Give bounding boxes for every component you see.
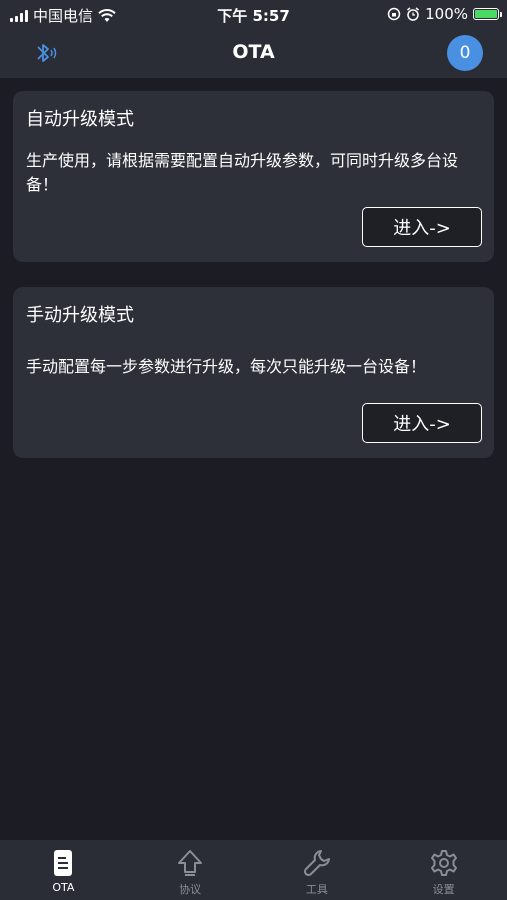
tab-label: 协议 bbox=[179, 883, 202, 896]
page-title: OTA bbox=[232, 41, 275, 63]
device-count-badge[interactable]: 0 bbox=[447, 35, 483, 71]
enter-manual-upgrade-button[interactable]: 进入-> bbox=[362, 403, 482, 443]
status-right: 100% bbox=[387, 5, 502, 23]
gear-icon bbox=[430, 850, 457, 876]
document-icon bbox=[54, 850, 73, 876]
tab-bar: OTA 协议 工具 设置 bbox=[0, 840, 507, 900]
tab-label: OTA bbox=[52, 881, 75, 894]
enter-auto-upgrade-button[interactable]: 进入-> bbox=[362, 207, 482, 247]
manual-upgrade-card: 手动升级模式 手动配置每一步参数进行升级，每次只能升级一台设备！ 进入-> bbox=[13, 287, 494, 458]
card-description: 生产使用，请根据需要配置自动升级参数，可同时升级多台设备！ bbox=[26, 151, 459, 194]
rotation-lock-icon bbox=[387, 7, 401, 21]
tab-protocol[interactable]: 协议 bbox=[127, 840, 254, 900]
status-bar: 中国电信 下午 5:57 100% bbox=[0, 0, 507, 28]
card-title: 自动升级模式 bbox=[26, 109, 134, 130]
tab-tools[interactable]: 工具 bbox=[254, 840, 381, 900]
battery-icon bbox=[473, 8, 502, 20]
screen: 中国电信 下午 5:57 100% OTA 0 自动升级模式 生产使用，请根据需… bbox=[0, 0, 507, 900]
wrench-icon bbox=[303, 850, 330, 877]
alarm-icon bbox=[407, 7, 420, 21]
tab-ota[interactable]: OTA bbox=[0, 840, 127, 900]
auto-upgrade-card: 自动升级模式 生产使用，请根据需要配置自动升级参数，可同时升级多台设备！ 进入-… bbox=[13, 91, 494, 262]
tab-label: 设置 bbox=[432, 883, 455, 896]
card-description: 手动配置每一步参数进行升级，每次只能升级一台设备！ bbox=[26, 357, 427, 376]
nav-bar: OTA 0 bbox=[0, 28, 507, 78]
upload-arrow-icon bbox=[178, 850, 203, 876]
battery-percent: 100% bbox=[425, 5, 468, 23]
card-title: 手动升级模式 bbox=[26, 305, 134, 326]
tab-settings[interactable]: 设置 bbox=[380, 840, 507, 900]
tab-label: 工具 bbox=[305, 883, 328, 896]
